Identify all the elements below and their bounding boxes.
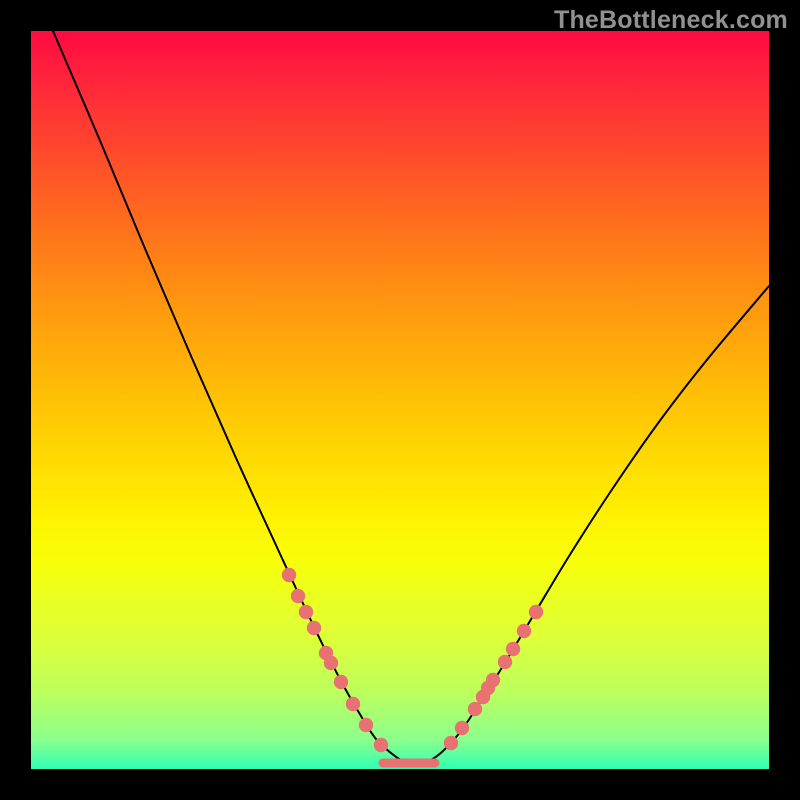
markers-right-group — [444, 605, 543, 750]
chart-container: TheBottleneck.com — [0, 0, 800, 800]
data-marker — [282, 568, 296, 582]
data-marker — [486, 673, 500, 687]
chart-svg — [31, 31, 769, 769]
data-marker — [468, 702, 482, 716]
data-marker — [476, 690, 490, 704]
plot-area — [31, 31, 769, 769]
data-marker — [498, 655, 512, 669]
data-marker — [319, 646, 333, 660]
data-marker — [529, 605, 543, 619]
data-marker — [517, 624, 531, 638]
watermark-text: TheBottleneck.com — [554, 6, 788, 35]
data-marker — [444, 736, 458, 750]
data-marker — [506, 642, 520, 656]
data-marker — [324, 656, 338, 670]
data-marker — [374, 738, 388, 752]
data-marker — [455, 721, 469, 735]
data-marker — [299, 605, 313, 619]
data-marker — [481, 681, 495, 695]
data-marker — [359, 718, 373, 732]
markers-left-group — [282, 568, 388, 752]
bottleneck-curve — [53, 31, 769, 765]
data-marker — [346, 697, 360, 711]
data-marker — [291, 589, 305, 603]
data-marker — [334, 675, 348, 689]
data-marker — [307, 621, 321, 635]
